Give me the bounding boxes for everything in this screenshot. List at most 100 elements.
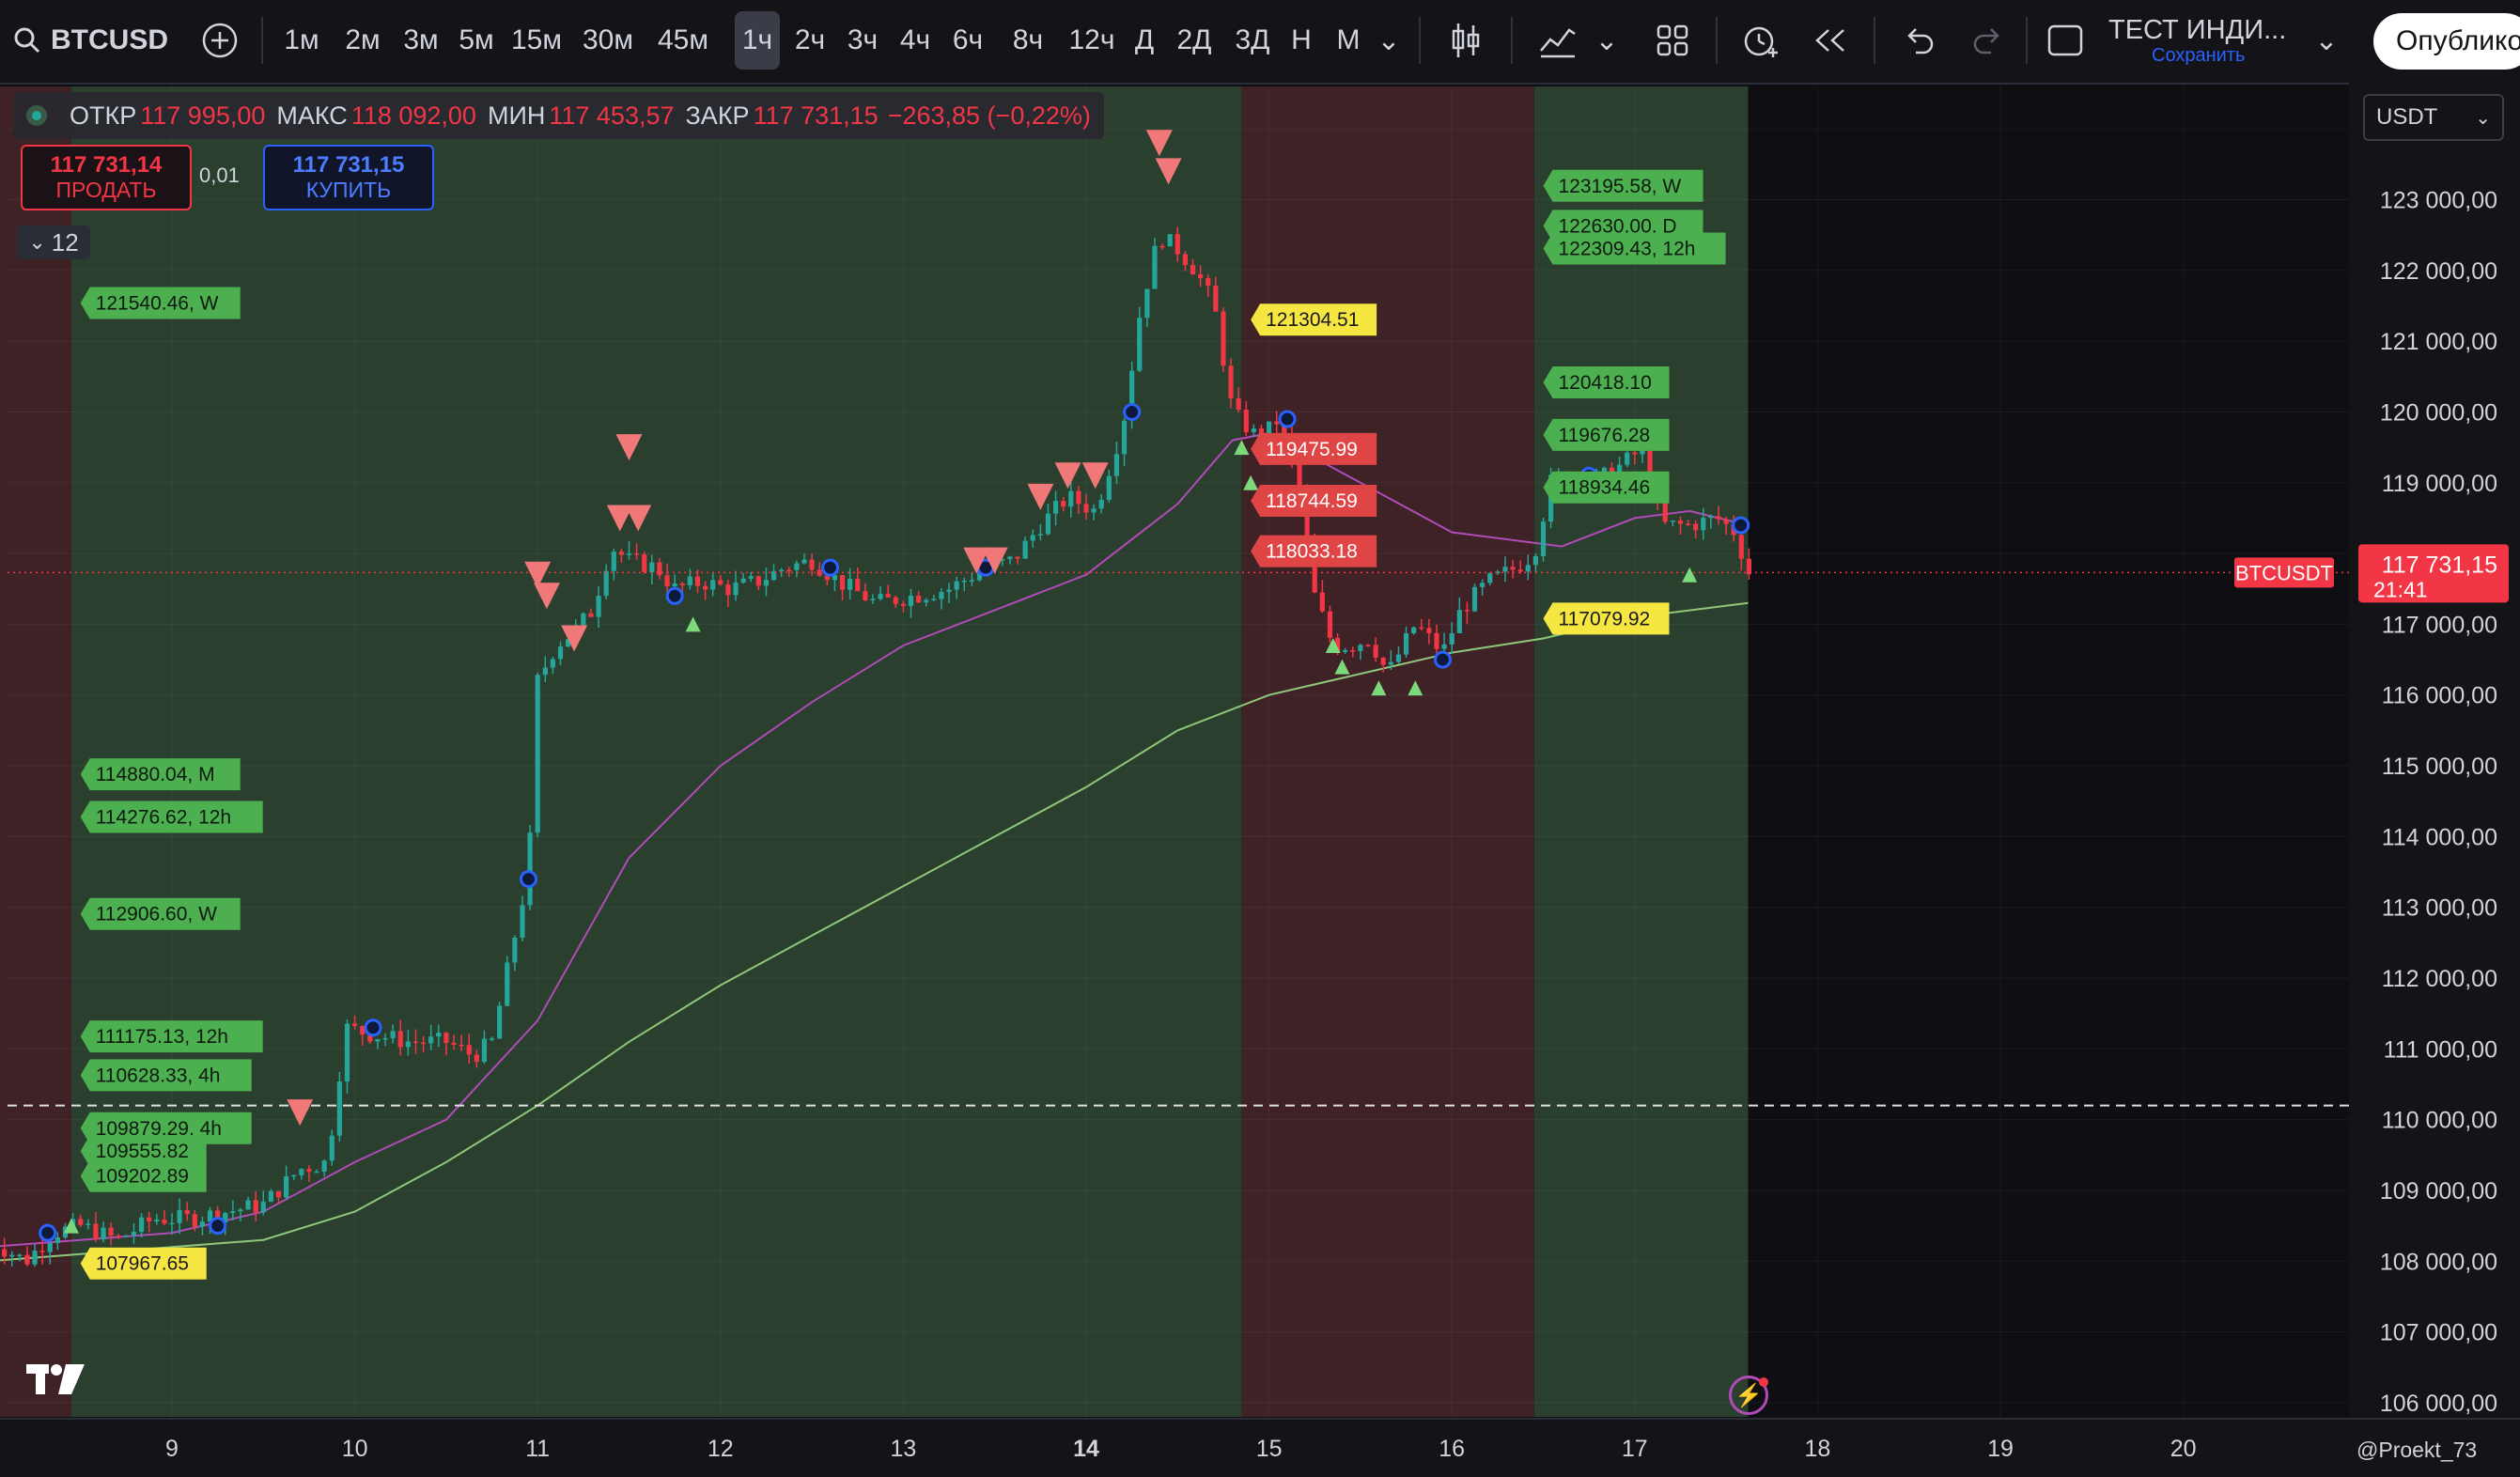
zone-green-3 <box>1533 86 1749 1417</box>
candle-body <box>969 580 974 582</box>
candle-body <box>2 1249 8 1257</box>
candle-body <box>291 1174 297 1177</box>
sell-button[interactable]: 117 731,14 ПРОДАТЬ <box>21 145 192 210</box>
time-tick-label: 9 <box>165 1436 179 1462</box>
candle-body <box>1480 583 1486 587</box>
candle-body <box>466 1045 472 1055</box>
candle-body <box>694 576 701 586</box>
candle-body <box>1327 611 1333 638</box>
change-value: −263,85 (−0,22%) <box>887 101 1091 130</box>
level-label-text: 109555.82 <box>96 1141 189 1162</box>
candle-body <box>352 1023 358 1027</box>
candle-body <box>1464 610 1470 612</box>
symbol-badge-text: BTCUSDT <box>2235 561 2333 584</box>
candle-body <box>192 1214 197 1227</box>
candle-body <box>779 569 785 572</box>
candle-body <box>1251 428 1256 432</box>
candle-body <box>344 1023 350 1082</box>
pivot-marker <box>821 558 840 577</box>
level-label-text: 110628.33, 4h <box>96 1065 221 1086</box>
candle-body <box>1106 475 1112 500</box>
candle-body <box>687 576 692 586</box>
candle-body <box>878 594 883 599</box>
price-tick-label: 109 000,00 <box>2380 1178 2497 1205</box>
sell-price: 117 731,14 <box>50 152 163 178</box>
candle-body <box>505 962 510 1006</box>
candle-body <box>786 569 792 572</box>
price-tick-label: 113 000,00 <box>2382 895 2497 922</box>
candle-body <box>679 583 685 586</box>
candle-body <box>710 580 716 590</box>
candle-body <box>702 585 708 590</box>
zone-green-1 <box>70 86 1242 1417</box>
candle-body <box>1030 535 1035 541</box>
candle-body <box>238 1209 243 1212</box>
candle-body <box>1419 627 1424 630</box>
low-value: 117 453,57 <box>549 101 675 130</box>
visibility-dot-icon[interactable] <box>26 105 47 126</box>
candle-body <box>1137 318 1143 371</box>
candle-body <box>306 1169 312 1173</box>
time-tick-label: 17 <box>1622 1436 1648 1462</box>
level-label-text: 119475.99 <box>1266 439 1358 460</box>
candle-body <box>1723 519 1729 524</box>
pivot-marker <box>1278 410 1297 428</box>
candle-body <box>489 1038 495 1040</box>
candle-body <box>443 1033 449 1043</box>
candle-body <box>611 552 616 571</box>
price-tick-label: 112 000,00 <box>2382 966 2497 992</box>
candle-body <box>848 579 853 590</box>
level-label-text: 107967.65 <box>96 1253 189 1275</box>
price-tick-label: 117 000,00 <box>2382 612 2497 638</box>
candle-body <box>1540 521 1547 556</box>
candle-body <box>900 603 906 606</box>
pivot-marker <box>665 586 684 605</box>
time-tick-label: 10 <box>342 1436 368 1462</box>
candle-body <box>321 1160 327 1172</box>
candle-body <box>284 1176 289 1198</box>
open-label: ОТКР <box>70 101 137 130</box>
candle-body <box>870 599 876 600</box>
candle-body <box>329 1135 334 1161</box>
candle-body <box>1532 555 1538 566</box>
candle-body <box>314 1171 319 1174</box>
zone-red-0 <box>0 86 71 1417</box>
level-label-text: 114276.62, 12h <box>96 807 231 829</box>
chevron-down-icon: ⌄ <box>28 230 46 254</box>
ohlc-legend: ОТКР 117 995,00 МАКС 118 092,00 МИН 117 453… <box>13 92 1104 139</box>
high-value: 118 092,00 <box>350 101 476 130</box>
chevron-down-icon: ⌄ <box>2475 107 2491 129</box>
buy-button[interactable]: 117 731,15 КУПИТЬ <box>263 145 434 210</box>
candle-body <box>801 559 807 564</box>
level-label-text: 119676.28 <box>1559 425 1651 446</box>
candle-body <box>1052 501 1059 514</box>
price-tick-label: 110 000,00 <box>2382 1108 2497 1134</box>
candle-body <box>535 675 540 833</box>
candle-body <box>794 563 800 570</box>
candle-body <box>299 1169 304 1175</box>
pivot-marker <box>1433 650 1452 669</box>
candle-body <box>360 1026 366 1035</box>
candle-body <box>169 1222 175 1225</box>
candle-body <box>1152 245 1158 289</box>
candle-body <box>177 1209 182 1223</box>
candle-body <box>138 1217 145 1233</box>
currency-select[interactable]: USDT ⌄ <box>2363 94 2504 141</box>
candle-body <box>1365 645 1371 646</box>
candle-body <box>550 659 556 668</box>
tradingview-logo[interactable] <box>24 1362 86 1396</box>
candle-body <box>268 1190 274 1202</box>
candle-body <box>199 1221 206 1227</box>
indicators-collapse-button[interactable]: ⌄ 12 <box>17 225 90 259</box>
candle-body <box>1083 504 1089 513</box>
candle-body <box>260 1201 266 1213</box>
price-tick-label: 119 000,00 <box>2382 471 2497 497</box>
candle-body <box>809 559 815 570</box>
candle-body <box>954 581 959 590</box>
candle-body <box>581 613 586 626</box>
level-label-text: 122309.43, 12h <box>1559 239 1696 260</box>
candle-body <box>1388 661 1393 665</box>
price-chart[interactable]: 121540.46, W 114880.04, M 114276.62, 12h 11… <box>0 0 2520 1477</box>
candle-body <box>481 1038 488 1063</box>
candle-body <box>664 575 670 587</box>
